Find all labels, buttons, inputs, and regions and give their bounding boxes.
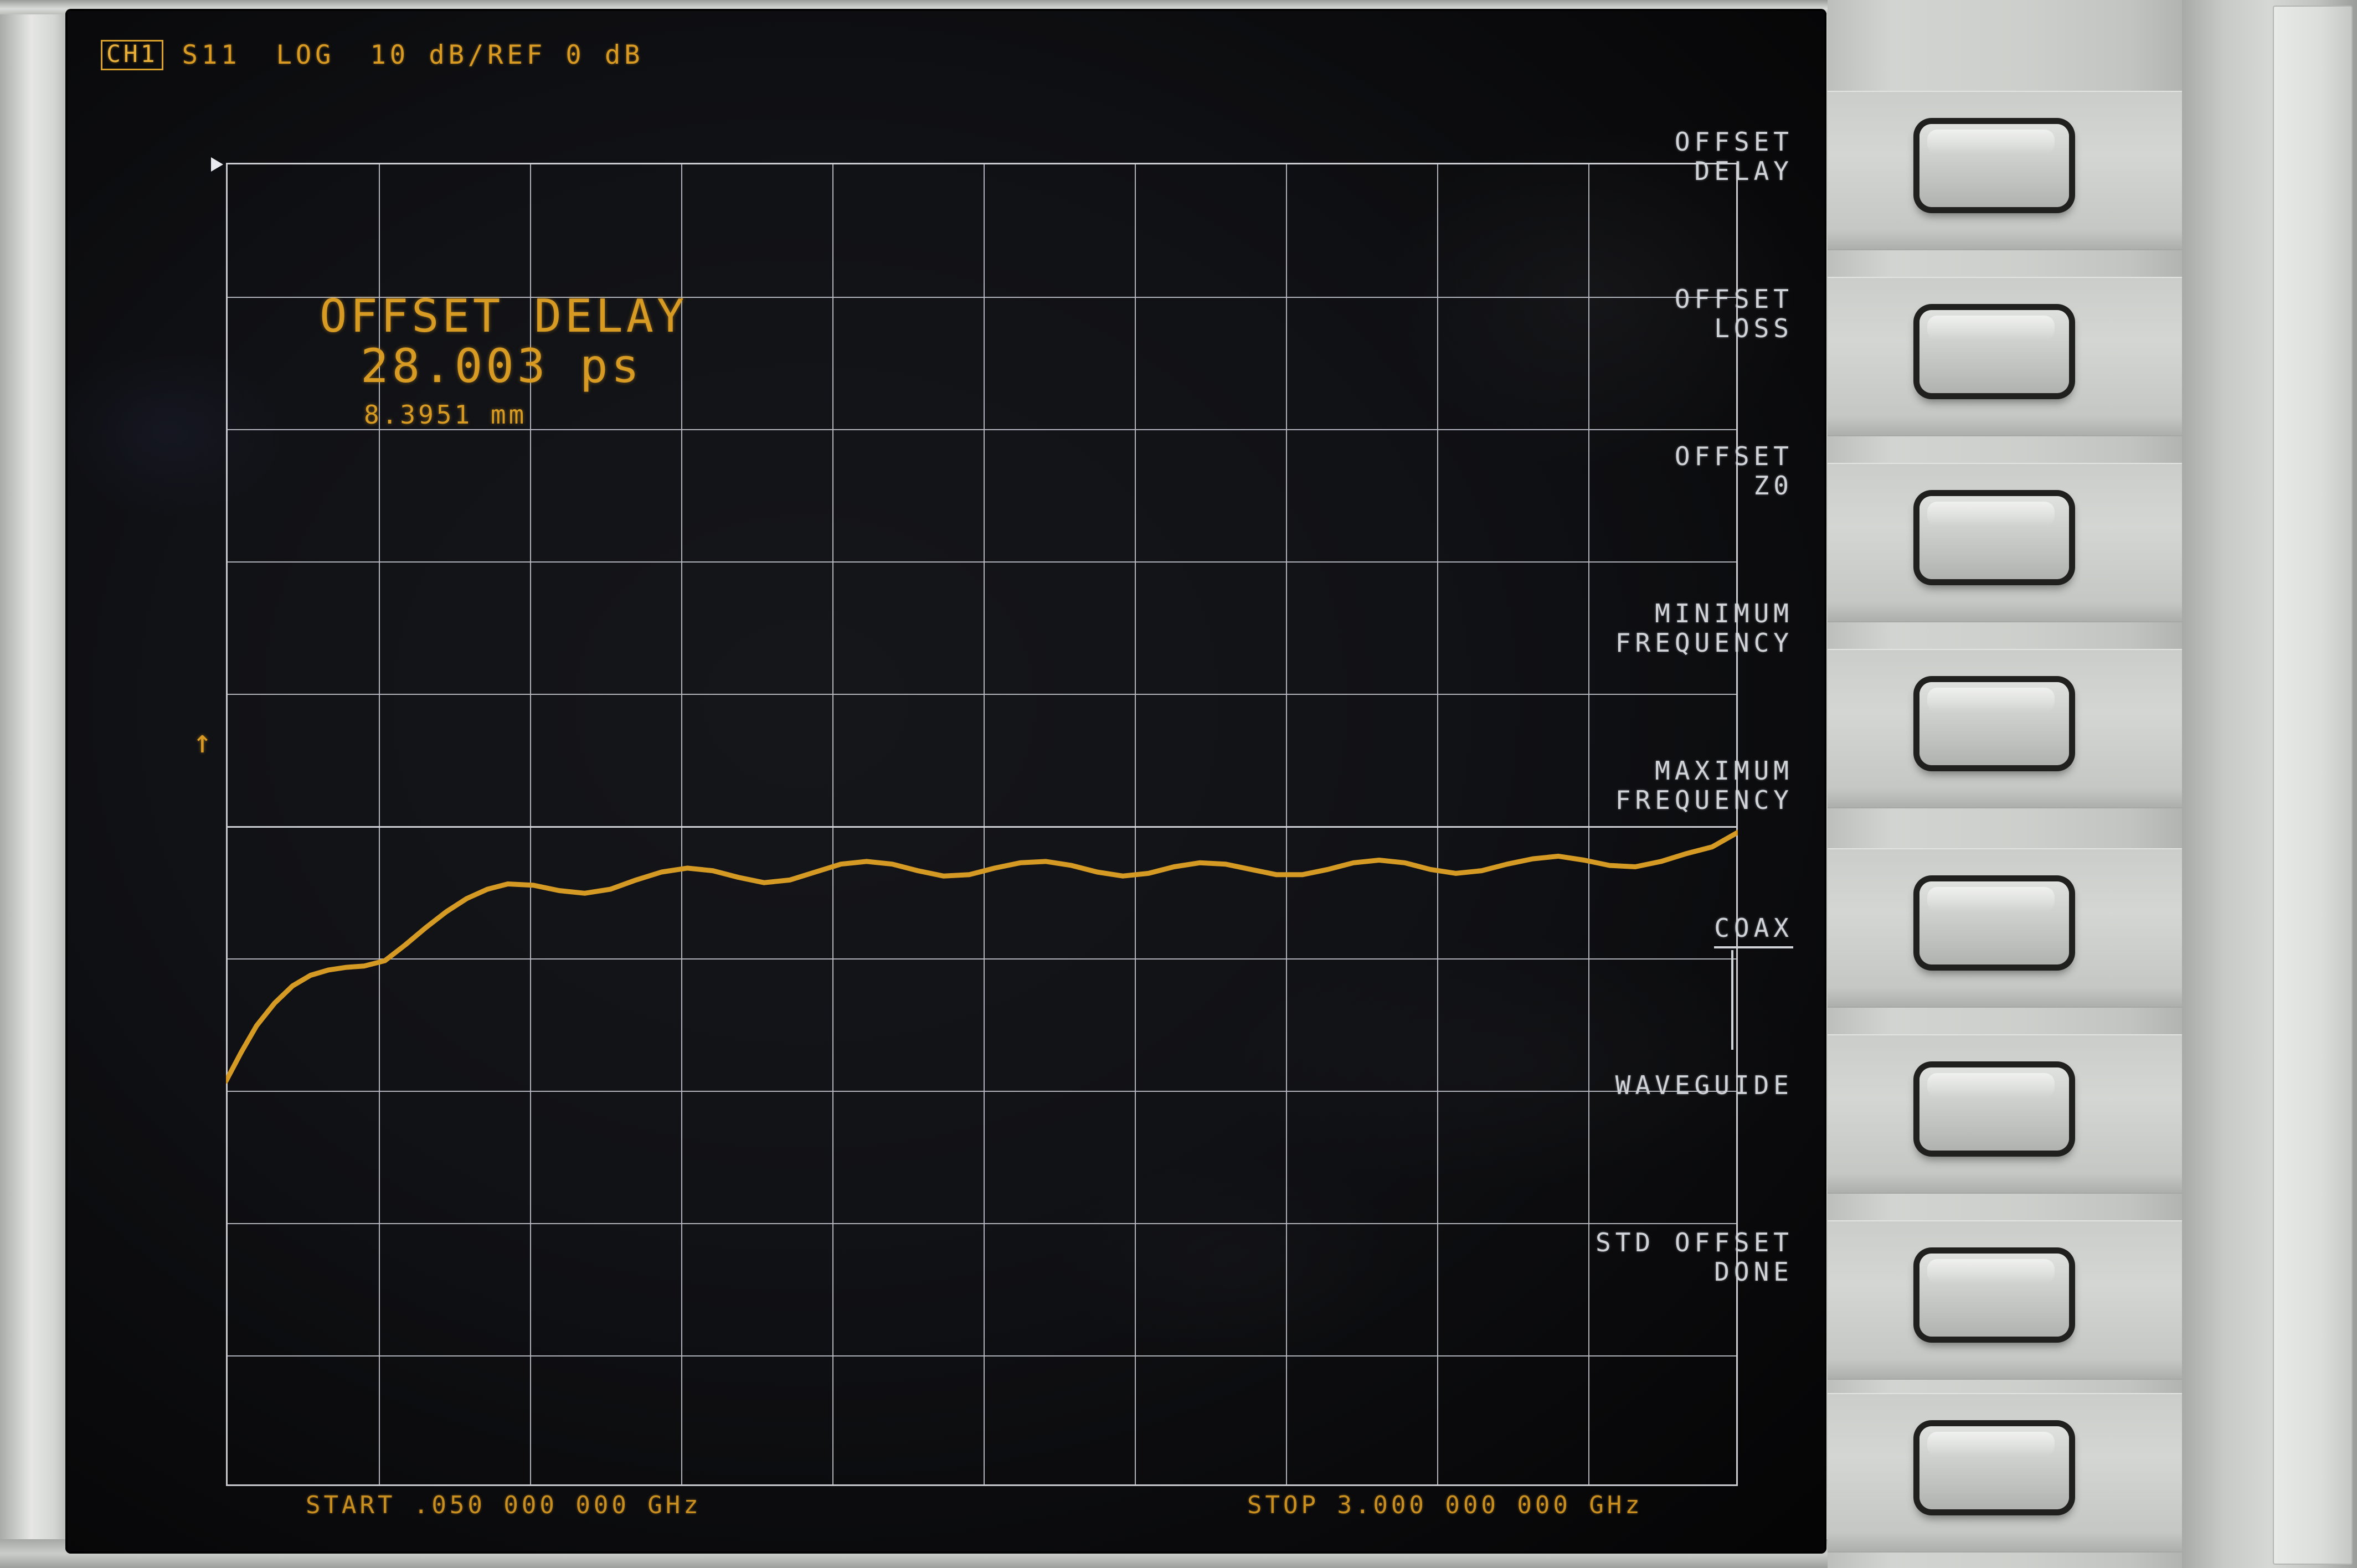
- softkey-coax[interactable]: COAX: [1339, 913, 1793, 1071]
- instrument-front-panel: CH1 S11 LOG 10 dB/REF 0 dB ↑ OFFSET DELA…: [0, 0, 2357, 1568]
- softkey-label-line2: FREQUENCY: [1615, 628, 1793, 658]
- softkey-button-column: [1828, 0, 2182, 1568]
- softkey-label-line1: MINIMUM: [1655, 599, 1793, 628]
- softkey-slot-8: [1828, 1393, 2182, 1552]
- softkey-label-line1: WAVEGUIDE: [1615, 1070, 1793, 1100]
- readout-value[interactable]: 28.003 ps: [361, 340, 687, 392]
- gridline-vertical: [832, 164, 833, 1484]
- softkey-slot-5: [1828, 848, 2182, 1008]
- softkey-label-line1: STD OFFSET: [1596, 1227, 1793, 1257]
- softkey-slot-3: [1828, 463, 2182, 622]
- start-frequency-label: START .050 000 000 GHz: [306, 1491, 702, 1519]
- panel-edge-strip: [2273, 6, 2353, 1565]
- toggle-connector-line: [1731, 950, 1733, 1050]
- softkey-menu: OFFSET DELAY OFFSET LOSS OFFSET Z0 MINIM…: [1339, 127, 1793, 1385]
- softkey-button-8[interactable]: [1919, 1426, 2069, 1509]
- softkey-label-line1: OFFSET: [1674, 127, 1793, 157]
- softkey-label-line2: FREQUENCY: [1615, 785, 1793, 816]
- softkey-button-3[interactable]: [1919, 496, 2069, 579]
- stop-frequency-label: STOP 3.000 000 000 GHz: [1247, 1491, 1643, 1519]
- softkey-button-7[interactable]: [1919, 1254, 2069, 1337]
- softkey-maximum-frequency[interactable]: MAXIMUM FREQUENCY: [1339, 756, 1793, 914]
- crt-display: CH1 S11 LOG 10 dB/REF 0 dB ↑ OFFSET DELA…: [68, 11, 1824, 1551]
- channel-badge[interactable]: CH1: [101, 40, 163, 70]
- softkey-slot-2: [1828, 277, 2182, 436]
- gridline-vertical: [1286, 164, 1287, 1484]
- readout-title: OFFSET DELAY: [320, 290, 688, 343]
- softkey-button-2[interactable]: [1919, 310, 2069, 393]
- softkey-label-line2: Z0: [1753, 471, 1793, 501]
- format-label: LOG: [276, 40, 335, 70]
- active-value-readout: OFFSET DELAY 28.003 ps 8.3951 mm: [320, 293, 687, 432]
- scale-reference-label: 10 dB/REF 0 dB: [370, 40, 644, 70]
- softkey-label-line1: OFFSET: [1674, 441, 1793, 471]
- softkey-slot-4: [1828, 649, 2182, 808]
- softkey-label-line1: OFFSET: [1674, 284, 1793, 314]
- status-line: CH1 S11 LOG 10 dB/REF 0 dB: [101, 40, 644, 70]
- softkey-label-line2: DONE: [1714, 1257, 1793, 1287]
- softkey-label-selected: COAX: [1714, 913, 1793, 949]
- gridline-vertical: [984, 164, 985, 1484]
- softkey-button-4[interactable]: [1919, 682, 2069, 765]
- softkey-button-5[interactable]: [1919, 881, 2069, 964]
- softkey-offset-delay[interactable]: OFFSET DELAY: [1339, 127, 1793, 285]
- softkey-waveguide[interactable]: WAVEGUIDE: [1339, 1070, 1793, 1228]
- active-entry-arrow-icon: ↑: [193, 723, 212, 760]
- softkey-label-line1: MAXIMUM: [1655, 756, 1793, 786]
- softkey-offset-loss[interactable]: OFFSET LOSS: [1339, 284, 1793, 442]
- softkey-slot-1: [1828, 91, 2182, 250]
- softkey-label-line2: LOSS: [1714, 313, 1793, 344]
- parameter-label: S11: [182, 40, 241, 70]
- softkey-offset-z0[interactable]: OFFSET Z0: [1339, 441, 1793, 599]
- softkey-label-line2: DELAY: [1694, 156, 1793, 187]
- softkey-button-6[interactable]: [1919, 1067, 2069, 1151]
- reference-level-marker-icon: [211, 157, 223, 172]
- softkey-minimum-frequency[interactable]: MINIMUM FREQUENCY: [1339, 599, 1793, 756]
- softkey-slot-7: [1828, 1220, 2182, 1380]
- softkey-button-1[interactable]: [1919, 124, 2069, 207]
- softkey-slot-6: [1828, 1034, 2182, 1194]
- gridline-vertical: [1135, 164, 1136, 1484]
- readout-alternate-units: 8.3951 mm: [364, 399, 527, 430]
- softkey-std-offset-done[interactable]: STD OFFSET DONE: [1339, 1227, 1793, 1385]
